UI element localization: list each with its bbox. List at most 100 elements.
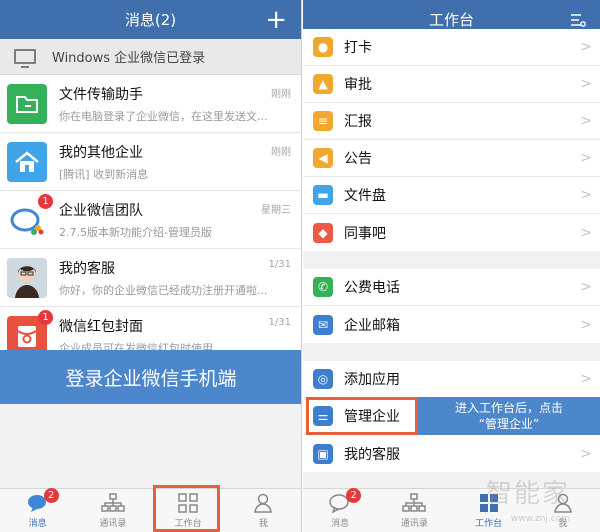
app-label: 打卡 <box>344 40 372 56</box>
folder-icon <box>7 83 47 124</box>
chevron-right-icon: > <box>580 113 592 129</box>
app-label: 管理企业 <box>344 409 400 425</box>
tab-label: 消息 <box>28 518 47 529</box>
chevron-right-icon: > <box>580 39 592 55</box>
share-icon: ◆ <box>313 222 333 243</box>
chevron-right-icon: > <box>580 224 592 241</box>
app-label: 公告 <box>344 151 372 167</box>
watermark: 智能家 <box>485 479 570 509</box>
messages-screen: 消息(2) + Windows 企业微信已登录 文件传输助手你在电脑登录了企业微… <box>0 0 302 532</box>
wework-logo-icon: 1 <box>7 193 53 240</box>
pc-login-text: Windows 企业微信已登录 <box>52 51 206 66</box>
mail-icon: ✉ <box>313 314 333 335</box>
conversation-time: 1/31 <box>268 317 291 328</box>
stamp-icon: ▲ <box>313 74 333 94</box>
sliders-icon: ⚌ <box>313 406 333 426</box>
app-label: 同事吧 <box>344 225 386 242</box>
callout-line-1: 进入工作台后，点击 <box>454 401 563 415</box>
tab-messages[interactable]: 2 消息 <box>0 487 75 532</box>
chat-icon: 2 <box>27 487 59 513</box>
conversation-other-enterprise[interactable]: 我的其他企业 [腾讯] 收到新消息 刚刚 <box>0 133 301 191</box>
location-icon: ● <box>313 37 333 57</box>
workbench-title: 工作台 <box>428 11 474 29</box>
app-label: 添加应用 <box>344 372 400 388</box>
conversation-preview: 你好，你的企业微信已经成功注册开通啦... <box>59 283 268 297</box>
conversation-wework-team[interactable]: 1 企业微信团队 2.7.5版本新功能介绍-管理员版 星期三 <box>0 191 301 249</box>
conversation-preview: 你在电脑登录了企业微信，在这里发送文... <box>59 109 268 123</box>
report-icon: ≡ <box>313 111 333 131</box>
chat-icon: 2 <box>329 487 362 513</box>
instruction-callout: 进入工作台后，点击 “管理企业” <box>418 397 600 435</box>
tab-label: 我 <box>258 518 268 529</box>
tab-label: 消息 <box>331 518 350 529</box>
add-button[interactable]: + <box>265 0 287 39</box>
app-business-phone[interactable]: ✆ 公费电话 > <box>303 269 600 306</box>
app-enterprise-mail[interactable]: ✉ 企业邮箱 > <box>303 306 600 343</box>
callout-line-2: “管理企业” <box>478 417 540 431</box>
tab-messages[interactable]: 2 消息 <box>303 487 377 532</box>
person-icon <box>253 493 273 513</box>
messages-title: 消息(2) <box>124 11 177 29</box>
disk-icon: ▬ <box>313 185 333 205</box>
left-tab-bar: 2 消息 通讯录 工作台 我 <box>0 487 301 532</box>
tab-label: 通讯录 <box>99 518 127 529</box>
app-checkin[interactable]: ● 打卡 > <box>303 29 600 66</box>
tab-label: 工作台 <box>475 518 503 529</box>
chevron-right-icon: > <box>580 316 592 333</box>
app-label: 汇报 <box>344 114 372 130</box>
app-group-office: ● 打卡 > ▲ 审批 > ≡ 汇报 > ◀ 公告 > ▬ 文件盘 > ◆ 同事吧 > <box>303 29 600 251</box>
chevron-right-icon: > <box>580 187 592 203</box>
app-label: 审批 <box>344 77 372 93</box>
chevron-right-icon: > <box>580 279 592 295</box>
conversation-name: 文件传输助手 <box>59 86 143 103</box>
megaphone-icon: ◀ <box>313 148 333 168</box>
conversation-name: 我的客服 <box>59 260 115 277</box>
compass-icon: ◎ <box>313 369 333 389</box>
app-announcement[interactable]: ◀ 公告 > <box>303 140 600 177</box>
unread-badge: 1 <box>38 193 53 209</box>
app-report[interactable]: ≡ 汇报 > <box>303 103 600 140</box>
app-file-disk[interactable]: ▬ 文件盘 > <box>303 177 600 214</box>
conversation-name: 微信红包封面 <box>59 318 143 335</box>
chevron-right-icon: > <box>580 445 592 462</box>
unread-badge: 1 <box>38 309 53 325</box>
app-label: 企业邮箱 <box>344 317 400 334</box>
tab-label: 工作台 <box>174 518 202 529</box>
chevron-right-icon: > <box>580 371 592 387</box>
tab-badge: 2 <box>43 487 59 503</box>
pc-login-bar[interactable]: Windows 企业微信已登录 <box>0 39 301 75</box>
workbench-screen: 工作台 ● 打卡 > ▲ 审批 > ≡ 汇报 > ◀ 公告 > ▬ 文件盘 > ◆ 同事吧 > ✆ 公费电… <box>303 0 600 532</box>
watermark-url: www.znj.com <box>510 514 570 524</box>
tab-me[interactable]: 我 <box>226 489 301 532</box>
tab-contacts[interactable]: 通讯录 <box>75 489 150 532</box>
conversation-time: 星期三 <box>261 205 291 216</box>
conversation-customer-service[interactable]: 我的客服你好，你的企业微信已经成功注册开通啦... 1/31 <box>0 249 301 307</box>
app-approval[interactable]: ▲ 审批 > <box>303 66 600 103</box>
conversation-time: 刚刚 <box>271 89 291 100</box>
org-chart-icon <box>402 492 427 513</box>
app-label: 公费电话 <box>344 280 400 296</box>
tab-badge: 2 <box>346 487 362 503</box>
conversation-file-transfer[interactable]: 文件传输助手你在电脑登录了企业微信，在这里发送文... 刚刚 <box>0 75 301 133</box>
conversation-preview: 2.7.5版本新功能介绍-管理员版 <box>59 225 212 239</box>
app-group-communication: ✆ 公费电话 > ✉ 企业邮箱 > <box>303 269 600 343</box>
conversation-list: 文件传输助手你在电脑登录了企业微信，在这里发送文... 刚刚 我的其他企业 [腾讯… <box>0 75 301 365</box>
app-label: 文件盘 <box>344 188 386 204</box>
conversation-name: 我的其他企业 <box>59 144 143 161</box>
app-my-customer-service[interactable]: ▣ 我的客服 > <box>303 435 600 472</box>
contact-card-icon: ▣ <box>313 443 333 464</box>
conversation-time: 1/31 <box>268 259 291 270</box>
org-chart-icon <box>101 492 125 513</box>
tab-contacts[interactable]: 通讯录 <box>377 489 451 532</box>
conversation-preview: [腾讯] 收到新消息 <box>59 167 149 181</box>
login-mobile-banner: 登录企业微信手机端 <box>0 350 301 404</box>
app-add-application[interactable]: ◎ 添加应用 > <box>303 361 600 398</box>
chevron-right-icon: > <box>580 150 592 166</box>
grid-icon <box>178 492 198 513</box>
avatar <box>7 257 47 298</box>
app-colleagues[interactable]: ◆ 同事吧 > <box>303 214 600 251</box>
home-icon <box>7 141 47 182</box>
messages-nav-bar: 消息(2) + <box>0 0 301 39</box>
conversation-time: 刚刚 <box>271 147 291 158</box>
tab-workbench[interactable]: 工作台 <box>151 489 226 532</box>
